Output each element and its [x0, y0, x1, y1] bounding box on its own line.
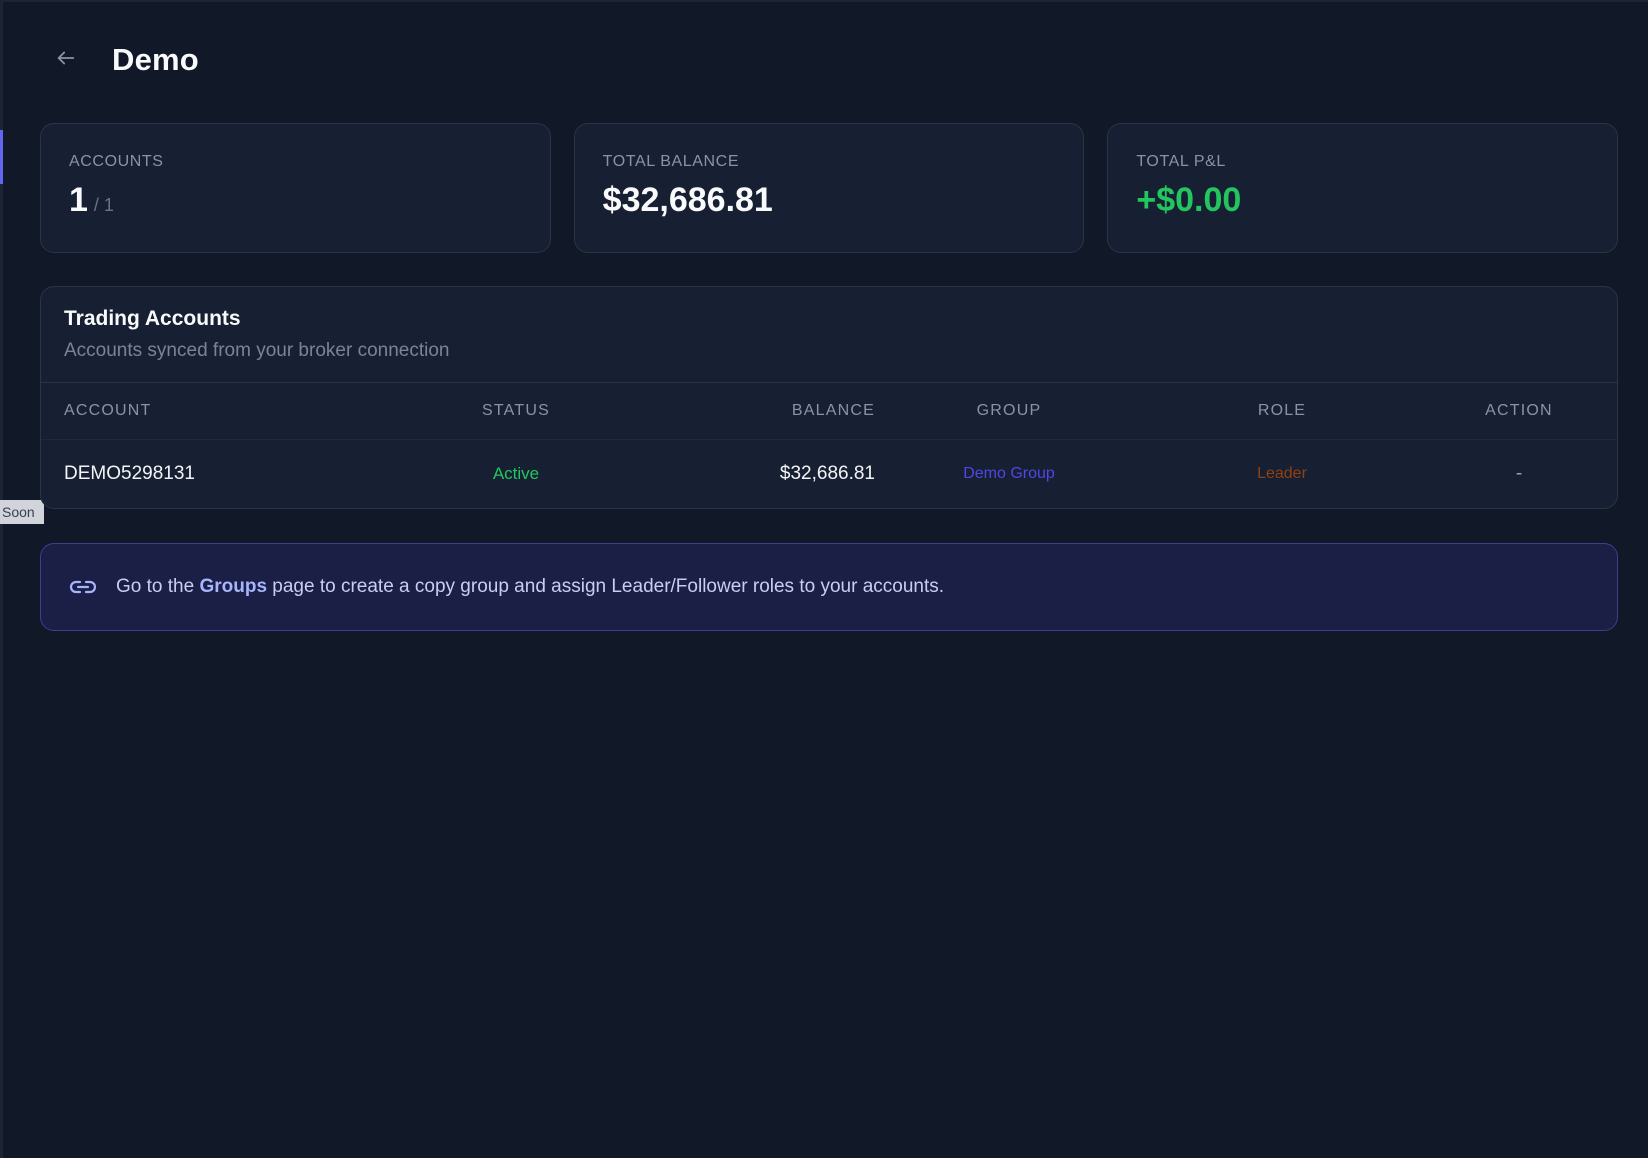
- role-badge: Leader: [1257, 465, 1307, 482]
- card-title: Trading Accounts: [64, 307, 241, 330]
- accounts-total: / 1: [93, 195, 114, 215]
- info-text: Go to the Groups page to create a copy g…: [116, 576, 944, 598]
- stat-value: 1/ 1: [69, 181, 522, 224]
- accounts-count: 1: [69, 181, 88, 219]
- info-text-before: Go to the: [116, 576, 200, 597]
- page-title: Demo: [112, 42, 199, 77]
- table-header: ACCOUNT STATUS BALANCE GROUP ROLE ACTION: [41, 383, 1617, 440]
- card-subtitle: Accounts synced from your broker connect…: [64, 340, 450, 361]
- stat-label: TOTAL P&L: [1136, 153, 1226, 170]
- column-header-role: ROLE: [1257, 402, 1307, 419]
- groups-link[interactable]: Groups: [199, 576, 267, 597]
- page: Soon Demo ACCOUNTS 1/ 1 TOTAL BALANCE $3…: [0, 0, 1648, 1158]
- sidebar-active-indicator: [0, 130, 3, 184]
- info-banner: Go to the Groups page to create a copy g…: [40, 543, 1618, 631]
- stat-card-total-balance: TOTAL BALANCE $32,686.81: [573, 123, 1085, 253]
- table-row: DEMO5298131 Active $32,686.81 Demo Group…: [41, 440, 1617, 508]
- account-balance: $32,686.81: [779, 463, 875, 484]
- page-header: Demo: [53, 42, 199, 78]
- stat-label: TOTAL BALANCE: [602, 153, 740, 170]
- status-badge: Active: [492, 464, 540, 483]
- info-text-after: page to create a copy group and assign L…: [267, 576, 945, 597]
- link-icon: [69, 577, 97, 597]
- arrow-left-icon: [55, 47, 77, 74]
- stats-row: ACCOUNTS 1/ 1 TOTAL BALANCE $32,686.81 T…: [40, 123, 1619, 253]
- stat-card-accounts: ACCOUNTS 1/ 1: [40, 123, 551, 253]
- column-header-group: GROUP: [976, 402, 1042, 419]
- card-header: Trading Accounts Accounts synced from yo…: [41, 287, 1617, 383]
- column-header-account: ACCOUNT: [64, 402, 152, 419]
- column-header-action: ACTION: [1485, 402, 1553, 419]
- action-cell: -: [1515, 463, 1523, 484]
- soon-badge: Soon: [0, 500, 44, 524]
- stat-label: ACCOUNTS: [69, 153, 164, 170]
- stat-card-total-pnl: TOTAL P&L +$0.00: [1107, 123, 1619, 253]
- column-header-balance: BALANCE: [791, 402, 875, 419]
- column-header-status: STATUS: [482, 402, 550, 419]
- account-id: DEMO5298131: [64, 463, 195, 484]
- trading-accounts-card: Trading Accounts Accounts synced from yo…: [40, 286, 1618, 509]
- back-button[interactable]: [53, 47, 79, 73]
- stat-value: $32,686.81: [602, 181, 773, 219]
- group-link[interactable]: Demo Group: [875, 465, 1143, 483]
- stat-value: +$0.00: [1136, 181, 1242, 219]
